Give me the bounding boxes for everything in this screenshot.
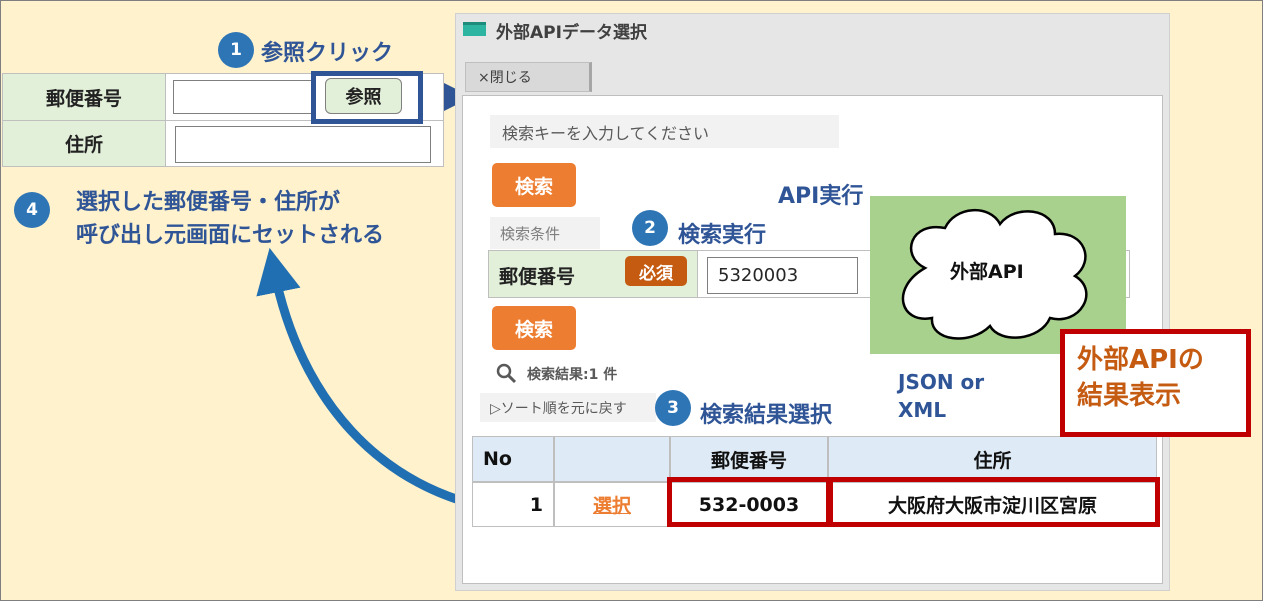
header-select [554,436,670,482]
callout-line2: 結果表示 [1077,381,1182,411]
step-3-label: 検索結果選択 [700,403,833,428]
step-4-line1: 選択した郵便番号・住所が [76,190,341,215]
search-button-2[interactable]: 検索 [492,306,576,350]
result-count: 検索結果:1 件 [527,367,618,383]
header-postal: 郵便番号 [670,436,828,482]
conditions-label: 検索条件 [490,217,600,249]
modal-title: 外部APIデータ選択 [496,23,647,43]
format-line2: XML [898,398,947,422]
header-address: 住所 [828,436,1157,482]
callout-line1: 外部APIの [1077,345,1204,375]
row-no: 1 [472,482,554,527]
step-3-badge: 3 [655,390,691,426]
row-select-cell: 選択 [554,482,670,527]
step-2-label: 検索実行 [678,223,767,248]
format-line1: JSON or [898,370,985,394]
step-1-badge: 1 [218,32,254,68]
api-run-label: API実行 [778,184,864,209]
required-badge: 必須 [625,256,687,286]
search-button[interactable]: 検索 [492,163,576,207]
search-key-input[interactable]: 検索キーを入力してください [490,115,839,148]
search-icon [496,363,517,384]
window-icon [463,22,486,36]
ref-button[interactable]: 参照 [325,78,402,114]
address-label: 住所 [3,120,166,166]
step-1-label: 参照クリック [261,41,394,66]
api-result-callout: 外部APIの 結果表示 [1060,329,1251,437]
step-4-badge: 4 [14,192,50,228]
address-input[interactable] [175,126,431,163]
select-link[interactable]: 選択 [593,491,631,518]
postal-label: 郵便番号 [3,74,166,120]
format-label: JSON or XML [898,368,984,424]
condition-postal-input[interactable]: 5320003 [707,257,858,294]
step-4-line2: 呼び出し元画面にセットされる [76,223,385,248]
postal-input[interactable] [173,80,313,114]
condition-postal-label: 郵便番号 [499,266,576,288]
step-2-badge: 2 [632,210,668,246]
close-button[interactable]: ×閉じる [465,62,592,92]
address-result-highlight [828,477,1160,527]
postal-result-highlight [667,477,831,527]
api-name: 外部API [950,261,1024,283]
header-no: No [472,436,554,482]
sort-reset-button[interactable]: ▷ソート順を元に戻す [480,393,656,422]
